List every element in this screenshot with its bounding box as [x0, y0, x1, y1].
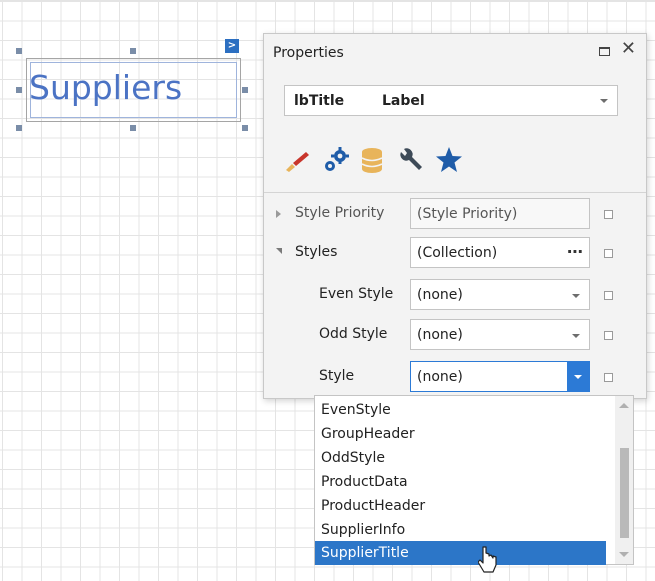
canvas-edge	[0, 0, 655, 1]
scroll-down-icon[interactable]	[619, 552, 629, 557]
dropdown-button[interactable]	[567, 362, 589, 391]
field-value: (none)	[417, 287, 463, 303]
resize-handle-se[interactable]	[242, 125, 248, 131]
list-item-selected[interactable]: SupplierTitle	[315, 541, 606, 565]
list-item[interactable]: ProductHeader	[315, 494, 605, 518]
resize-handle-sw[interactable]	[16, 125, 22, 131]
expand-right-icon[interactable]	[276, 210, 281, 218]
style-priority-field[interactable]: (Style Priority)	[410, 198, 590, 229]
chevron-down-icon	[572, 334, 580, 338]
reset-icon[interactable]	[604, 331, 613, 340]
chevron-down-icon	[600, 99, 608, 103]
smart-tag-button[interactable]: >	[225, 39, 239, 53]
field-value: (none)	[417, 327, 463, 343]
property-label: Styles	[295, 244, 338, 260]
object-type: Label	[382, 93, 425, 109]
scrollbar[interactable]	[615, 396, 633, 564]
reset-icon[interactable]	[604, 249, 613, 258]
ellipsis-button[interactable]: ⋯	[567, 242, 583, 261]
even-style-select[interactable]: (none)	[410, 279, 590, 310]
wrench-icon[interactable]	[395, 144, 425, 176]
field-value: (Collection)	[417, 245, 498, 261]
maximize-icon[interactable]	[599, 47, 610, 56]
hand-cursor-icon	[478, 546, 497, 573]
gears-icon[interactable]	[320, 144, 350, 176]
label-control-suppliers[interactable]: Suppliers	[26, 58, 241, 122]
object-selector[interactable]: lbTitle Label	[284, 85, 618, 116]
reset-icon[interactable]	[604, 373, 613, 382]
resize-handle-s[interactable]	[130, 125, 136, 131]
resize-handle-e[interactable]	[242, 87, 248, 93]
style-select[interactable]: (none)	[410, 361, 590, 392]
property-label: Even Style	[319, 286, 394, 302]
property-row-style-priority: Style Priority (Style Priority)	[264, 194, 646, 234]
property-label: Odd Style	[319, 326, 388, 342]
collapse-icon[interactable]	[276, 248, 282, 254]
database-icon[interactable]	[357, 144, 387, 176]
panel-title: Properties	[273, 45, 344, 61]
reset-icon[interactable]	[604, 291, 613, 300]
properties-panel: Properties ✕ lbTitle Label Style Priorit…	[263, 33, 647, 399]
star-icon[interactable]	[434, 144, 464, 176]
property-row-style: Style (none)	[264, 357, 646, 397]
list-item[interactable]: SupplierInfo	[315, 518, 605, 542]
close-icon[interactable]: ✕	[621, 40, 636, 58]
style-dropdown-list: EvenStyle GroupHeader OddStyle ProductDa…	[314, 395, 634, 565]
list-item[interactable]: OddStyle	[315, 446, 605, 470]
brush-icon[interactable]	[282, 144, 312, 176]
tab-divider	[264, 192, 646, 193]
label-text: Suppliers	[29, 68, 183, 107]
list-item[interactable]: ProductData	[315, 470, 605, 494]
field-value: (none)	[417, 369, 463, 385]
scroll-up-icon[interactable]	[619, 403, 629, 408]
object-name: lbTitle	[294, 93, 345, 109]
list-item[interactable]: EvenStyle	[315, 398, 605, 422]
resize-handle-nw[interactable]	[16, 48, 22, 54]
property-label: Style	[319, 368, 355, 384]
reset-icon[interactable]	[604, 210, 613, 219]
property-label: Style Priority	[295, 205, 385, 221]
scroll-thumb[interactable]	[620, 448, 629, 538]
odd-style-select[interactable]: (none)	[410, 319, 590, 350]
property-row-odd-style: Odd Style (none)	[264, 315, 646, 355]
chevron-down-icon	[574, 375, 582, 379]
resize-handle-n[interactable]	[130, 48, 136, 54]
list-item[interactable]: GroupHeader	[315, 422, 605, 446]
property-row-styles: Styles (Collection) ⋯	[264, 233, 646, 273]
resize-handle-w[interactable]	[16, 87, 22, 93]
styles-field[interactable]: (Collection) ⋯	[410, 237, 590, 268]
property-row-even-style: Even Style (none)	[264, 275, 646, 315]
property-tabs	[264, 134, 646, 193]
chevron-down-icon	[572, 294, 580, 298]
field-value: (Style Priority)	[417, 206, 518, 222]
